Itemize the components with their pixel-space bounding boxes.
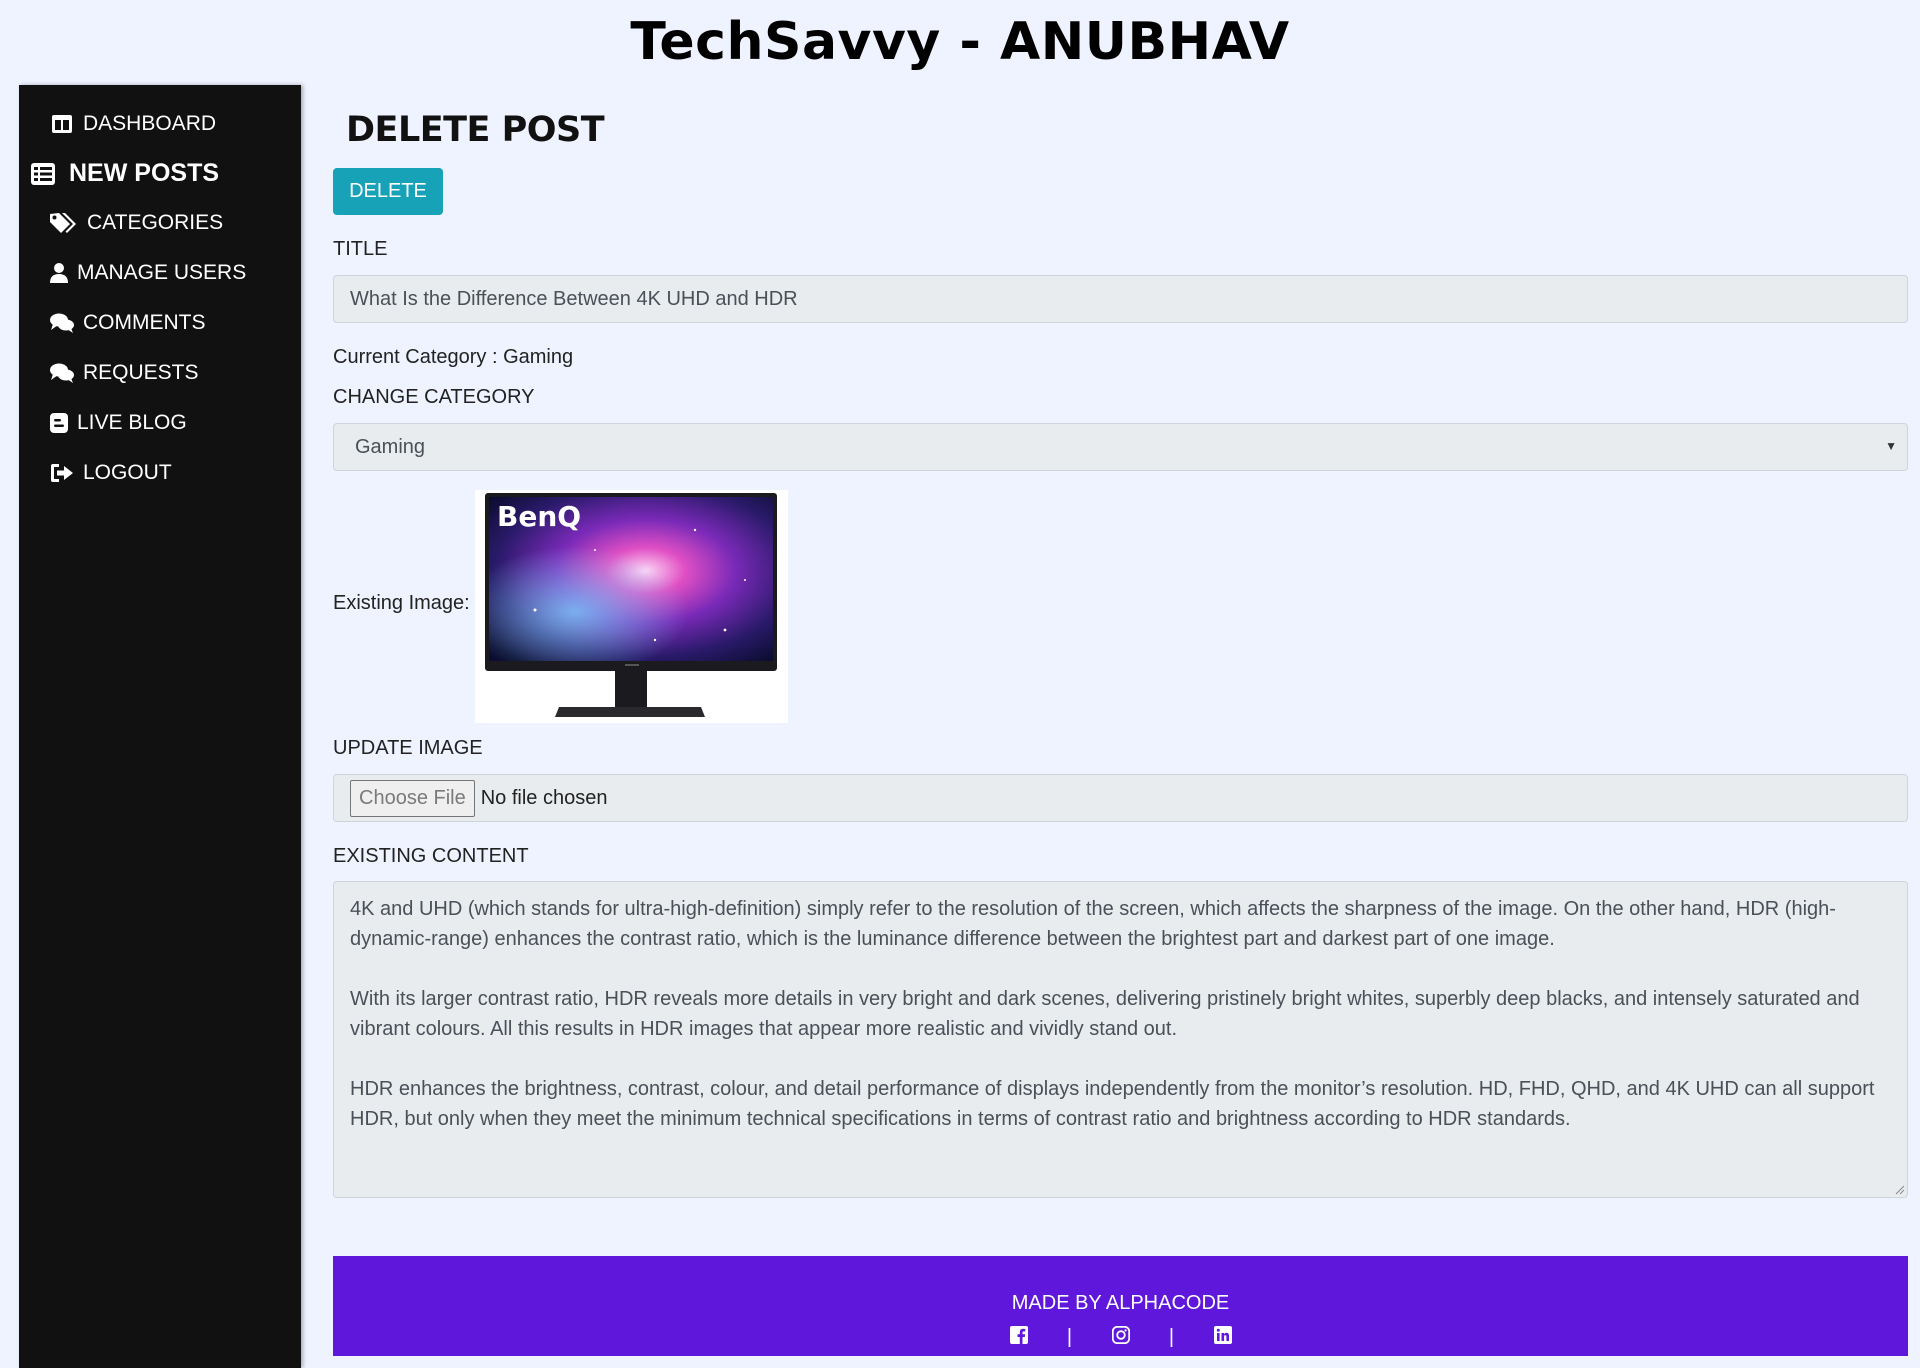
existing-image-label: Existing Image: [333, 592, 470, 614]
sidebar-item-categories[interactable]: CATEGORIES [49, 211, 223, 235]
sidebar-item-label: NEW POSTS [69, 159, 220, 187]
sidebar-item-label: COMMENTS [83, 311, 206, 334]
comments-icon [49, 361, 75, 385]
social-links: | | [333, 1325, 1908, 1349]
footer-credit: MADE BY ALPHACODE [1011, 1292, 1230, 1314]
sidebar-item-manage-users[interactable]: MANAGE USERS [49, 261, 246, 285]
existing-content-label: EXISTING CONTENT [333, 845, 529, 867]
sidebar: DASHBOARD NEW POSTS CATEGORIES MANAGE US… [19, 85, 301, 1368]
current-category-text: Current Category : Gaming [333, 346, 574, 368]
tags-icon [49, 211, 79, 235]
list-icon [29, 162, 57, 186]
no-file-text: No file chosen [480, 786, 608, 809]
sidebar-item-logout[interactable]: LOGOUT [49, 461, 172, 485]
linkedin-icon[interactable] [1213, 1326, 1232, 1349]
sidebar-item-new-posts[interactable]: NEW POSTS [29, 159, 219, 188]
delete-button[interactable]: DELETE [333, 168, 443, 215]
file-input[interactable]: Choose File No file chosen [333, 774, 1908, 822]
footer-separator: | [1066, 1326, 1073, 1348]
change-category-label: CHANGE CATEGORY [333, 386, 535, 408]
footer-separator: | [1168, 1326, 1175, 1348]
update-image-label: UPDATE IMAGE [333, 737, 483, 759]
content-paragraph: 4K and UHD (which stands for ultra-high-… [350, 898, 1836, 950]
comments-icon [49, 311, 75, 335]
existing-image: BenQ [475, 490, 788, 723]
content-paragraph: HDR enhances the brightness, contrast, c… [350, 1078, 1875, 1130]
sidebar-item-label: LOGOUT [83, 461, 172, 484]
sidebar-item-label: MANAGE USERS [77, 261, 247, 284]
title-label: TITLE [333, 238, 388, 260]
resize-handle-icon[interactable] [1893, 1183, 1905, 1195]
sidebar-item-label: CATEGORIES [87, 211, 224, 234]
sidebar-item-requests[interactable]: REQUESTS [49, 361, 199, 385]
footer: MADE BY ALPHACODE | | [333, 1256, 1908, 1356]
choose-file-button[interactable]: Choose File [350, 779, 475, 817]
content-paragraph: With its larger contrast ratio, HDR reve… [350, 988, 1860, 1040]
site-title: TechSavvy - ANUBHAV [630, 12, 1290, 72]
dashboard-icon [49, 112, 75, 136]
sidebar-item-comments[interactable]: COMMENTS [49, 311, 206, 335]
page-title: DELETE POST [346, 110, 605, 150]
instagram-icon[interactable] [1111, 1325, 1130, 1349]
category-select-value: Gaming [355, 435, 426, 458]
sidebar-item-label: DASHBOARD [83, 112, 217, 135]
title-input[interactable]: What Is the Difference Between 4K UHD an… [333, 275, 1908, 323]
sidebar-item-live-blog[interactable]: LIVE BLOG [49, 411, 187, 435]
blogger-icon [49, 411, 69, 435]
sidebar-item-label: REQUESTS [83, 361, 199, 384]
sidebar-item-label: LIVE BLOG [77, 411, 187, 434]
chevron-down-icon: ▼ [1885, 439, 1897, 453]
sign-out-icon [49, 461, 75, 485]
category-select[interactable]: Gaming ▼ [333, 423, 1908, 471]
content-textarea[interactable]: 4K and UHD (which stands for ultra-high-… [333, 881, 1908, 1198]
benq-logo-text: BenQ [497, 500, 581, 533]
user-icon [49, 261, 69, 285]
sidebar-item-dashboard[interactable]: DASHBOARD [49, 112, 216, 136]
facebook-icon[interactable] [1009, 1326, 1028, 1349]
monitor-image: BenQ [485, 493, 777, 717]
